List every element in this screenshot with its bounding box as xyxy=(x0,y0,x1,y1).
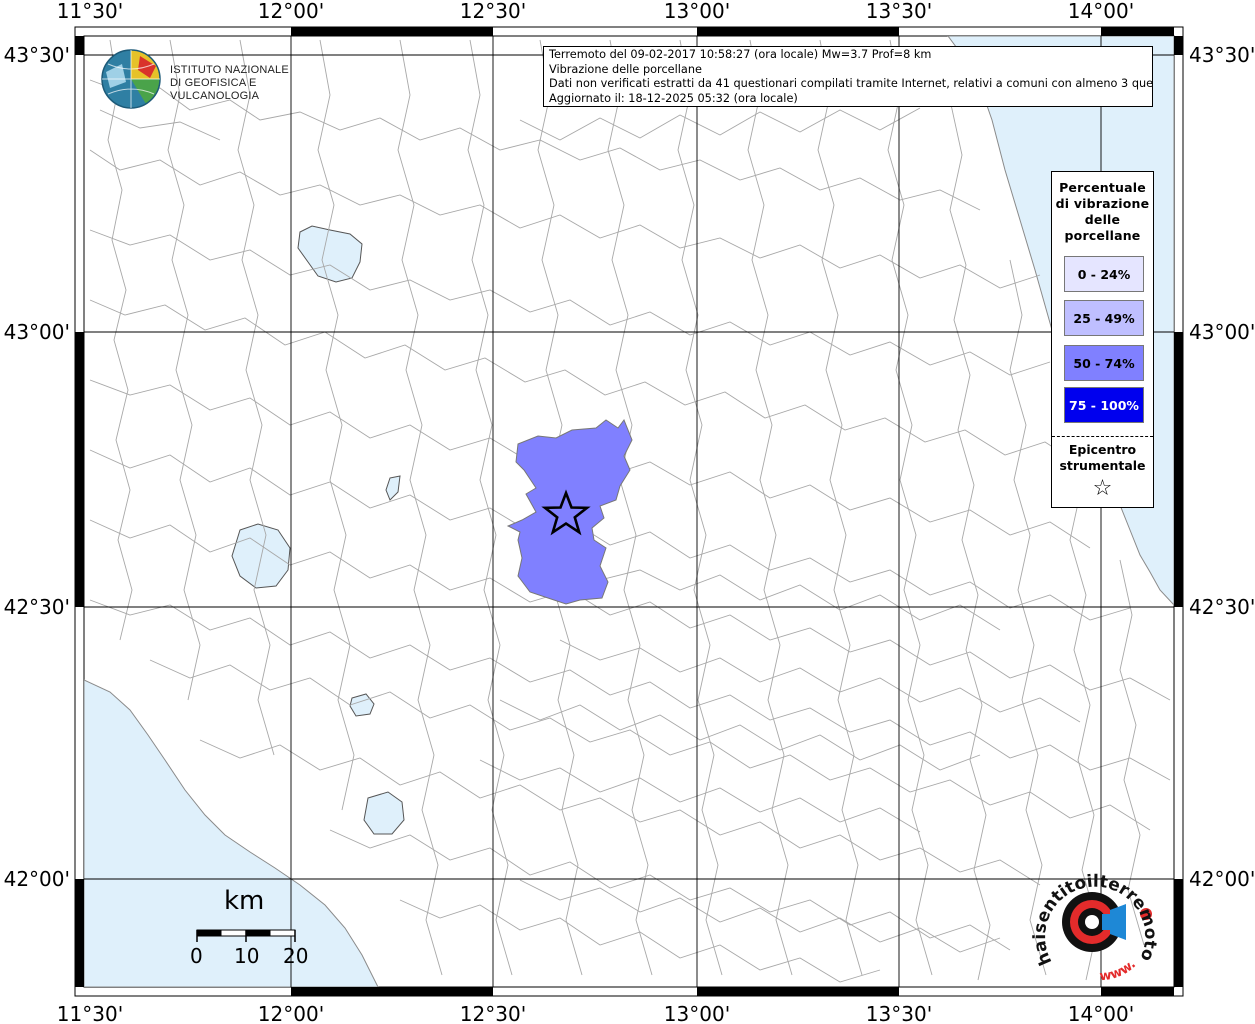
legend-title-line: Percentuale xyxy=(1059,180,1146,195)
legend-class-label: 75 - 100% xyxy=(1069,397,1139,413)
tick-label: 13°30' xyxy=(866,1002,932,1024)
legend-class-label: 25 - 49% xyxy=(1073,310,1135,326)
tick-label: 11°30' xyxy=(57,0,123,23)
tick-label: 13°30' xyxy=(866,0,932,23)
hai-sentito-il-terremoto-logo: haisentitoilterremoto.it www. xyxy=(1030,862,1170,992)
legend-panel: Percentuale di vibrazione delle porcella… xyxy=(1051,171,1154,508)
legend-epicenter-label: Epicentro strumentale xyxy=(1052,442,1153,474)
tick-label: 42°00' xyxy=(1189,867,1255,891)
event-info-box: Terremoto del 09-02-2017 10:58:27 (ora l… xyxy=(543,46,1153,107)
tick-label: 11°30' xyxy=(57,1002,123,1024)
ingv-globe-icon xyxy=(101,49,161,109)
legend-class-25-49: 25 - 49% xyxy=(1064,300,1144,336)
legend-class-0-24: 0 - 24% xyxy=(1064,256,1144,292)
legend-class-label: 0 - 24% xyxy=(1077,266,1131,282)
tick-label: 43°30' xyxy=(1189,43,1255,67)
tick-label: 12°30' xyxy=(460,0,526,23)
legend-title: Percentuale di vibrazione delle porcella… xyxy=(1052,172,1153,244)
tick-label: 43°30' xyxy=(4,43,70,67)
legend-class-label: 50 - 74% xyxy=(1073,355,1135,371)
tick-label: 42°00' xyxy=(4,867,70,891)
legend-class-75-100: 75 - 100% xyxy=(1064,387,1144,423)
ingv-name: ISTITUTO NAZIONALE DI GEOFISICA E VULCAN… xyxy=(170,64,330,103)
scale-label-0: 0 xyxy=(190,944,203,968)
ingv-name-line2: DI GEOFISICA E VULCANOLOGIA xyxy=(170,77,260,102)
legend-epicenter-line: strumentale xyxy=(1059,458,1146,473)
event-title: Terremoto del 09-02-2017 10:58:27 (ora l… xyxy=(549,48,932,61)
legend-class-50-74: 50 - 74% xyxy=(1064,345,1144,381)
legend-epicenter-line: Epicentro xyxy=(1068,442,1137,457)
tick-label: 13°00' xyxy=(664,0,730,23)
tick-label: 43°00' xyxy=(1189,320,1255,344)
event-update-time: Aggiornato il: 18-12-2025 05:32 (ora loc… xyxy=(549,91,798,105)
legend-title-line: porcellane xyxy=(1064,228,1141,243)
hst-logo-url: www. xyxy=(1099,957,1139,984)
ingv-logo: ISTITUTO NAZIONALE DI GEOFISICA E VULCAN… xyxy=(100,48,330,110)
right-tick-labels: 43°30' 43°00' 42°30' 42°00' xyxy=(1189,43,1255,891)
event-subtitle: Vibrazione delle porcellane xyxy=(549,62,702,76)
top-tick-labels: 11°30' 12°00' 12°30' 13°00' 13°30' 14°00… xyxy=(57,0,1134,23)
legend-title-line: di vibrazione xyxy=(1055,196,1150,211)
left-tick-labels: 43°30' 43°00' 42°30' 42°00' xyxy=(4,43,70,891)
tick-label: 42°30' xyxy=(4,595,70,619)
tick-label: 14°00' xyxy=(1068,1002,1134,1024)
legend-divider xyxy=(1052,436,1153,437)
scale-label-20: 20 xyxy=(283,944,309,968)
hst-logo-icon: haisentitoilterremoto.it www. xyxy=(1030,862,1160,984)
scale-label-10: 10 xyxy=(234,944,260,968)
ingv-name-line1: ISTITUTO NAZIONALE xyxy=(170,64,289,76)
tick-label: 13°00' xyxy=(664,1002,730,1024)
event-data-note: Dati non verificati estratti da 41 quest… xyxy=(549,77,1153,91)
star-outline-icon: ☆ xyxy=(1092,476,1113,501)
legend-title-line: delle xyxy=(1084,212,1121,227)
tick-label: 42°30' xyxy=(1189,595,1255,619)
tick-label: 14°00' xyxy=(1068,0,1134,23)
tick-label: 12°30' xyxy=(460,1002,526,1024)
tick-label: 12°00' xyxy=(258,1002,324,1024)
svg-text:www.: www. xyxy=(1099,957,1139,984)
scale-unit-label: km xyxy=(224,886,265,916)
tick-label: 12°00' xyxy=(258,0,324,23)
bottom-tick-labels: 11°30' 12°00' 12°30' 13°00' 13°30' 14°00… xyxy=(57,1002,1134,1024)
tick-label: 43°00' xyxy=(4,320,70,344)
